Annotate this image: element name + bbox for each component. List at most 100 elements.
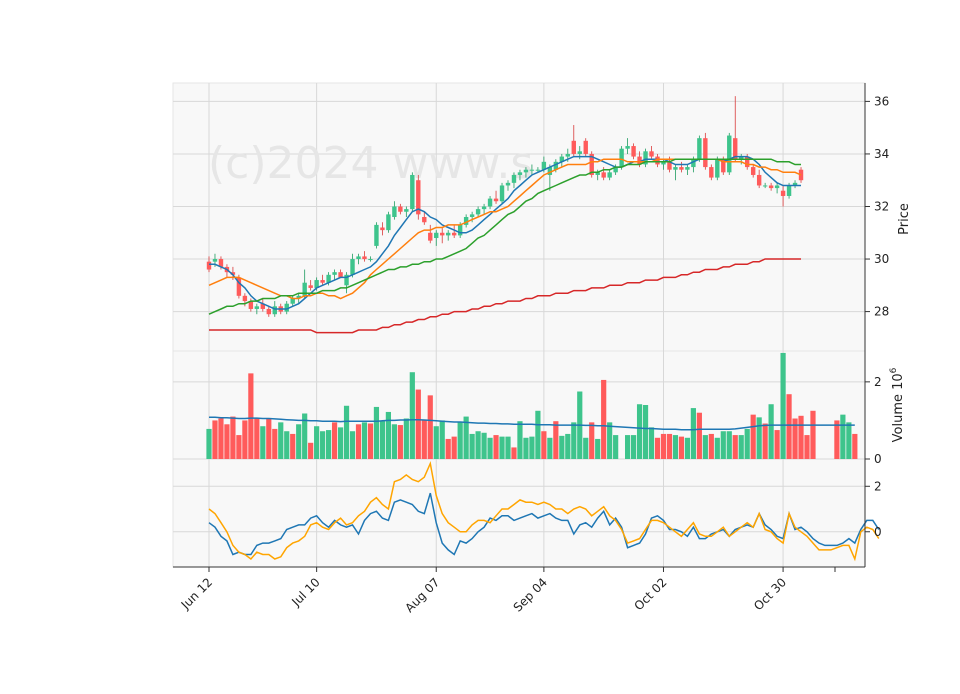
volume-bar: [355, 424, 362, 459]
candle-body: [350, 259, 355, 275]
candle-body: [380, 227, 385, 231]
volume-bar: [349, 431, 356, 459]
candle-body: [631, 146, 636, 157]
candle-body: [571, 140, 576, 154]
volume-bar: [625, 435, 631, 459]
volume-bar: [493, 435, 499, 459]
candle-body: [338, 272, 343, 278]
candle-body: [446, 232, 451, 236]
volume-bar: [373, 406, 380, 459]
candle-body: [786, 185, 792, 196]
volume-bar: [427, 395, 433, 459]
volume-bar: [451, 436, 457, 459]
volume-bar: [439, 420, 445, 459]
volume-bar: [565, 433, 571, 459]
candle-body: [206, 261, 212, 270]
candle-body: [451, 232, 457, 236]
volume-bar: [654, 437, 661, 459]
volume-bar: [756, 417, 762, 459]
candle-body: [481, 206, 487, 210]
x-tick-label: Oct 02: [632, 575, 670, 613]
volume-bar: [541, 431, 547, 459]
candle-body: [607, 172, 612, 178]
volume-bar: [613, 435, 619, 459]
candle-body: [356, 256, 361, 260]
volume-bar: [511, 447, 517, 459]
volume-bar: [630, 435, 637, 459]
candle-body: [583, 140, 588, 154]
candle-body: [254, 306, 260, 309]
price-y-tick-label: 28: [874, 305, 889, 319]
candle-body: [649, 151, 654, 157]
volume-bar: [714, 437, 720, 459]
candle: [499, 182, 505, 204]
volume-bar: [672, 435, 679, 459]
volume-bar: [750, 414, 756, 459]
candle-body: [493, 198, 499, 202]
volume-bar: [230, 416, 236, 459]
x-tick-label: Aug 07: [402, 575, 442, 615]
volume-bar: [768, 404, 774, 459]
x-tick-label: Oct 30: [751, 575, 789, 613]
volume-bar: [726, 431, 732, 459]
volume-bar: [314, 426, 320, 459]
candle-body: [392, 206, 397, 217]
volume-bar: [475, 431, 481, 459]
volume-bar: [690, 408, 696, 459]
volume-axis-label: Volume 106: [889, 367, 906, 442]
volume-bar: [481, 432, 487, 459]
volume-bar: [708, 433, 714, 459]
volume-bar: [331, 422, 338, 459]
volume-bar: [367, 423, 374, 459]
candle-body: [703, 138, 708, 168]
candle-body: [750, 167, 756, 175]
volume-bar: [242, 420, 248, 459]
volume-bar: [326, 430, 332, 459]
price-axis-label: Price: [897, 203, 912, 235]
candle: [703, 132, 708, 170]
volume-y-tick-label: 2: [874, 375, 882, 389]
volume-bar: [648, 427, 655, 459]
volume-bar: [361, 422, 368, 459]
volume-bar: [678, 436, 685, 459]
x-tick-label: Sep 04: [511, 575, 550, 614]
volume-bar: [744, 428, 750, 459]
candle-body: [404, 209, 409, 212]
volume-axis-label-text: Volume 10: [891, 373, 906, 442]
candle-body: [212, 259, 218, 262]
volume-bar: [445, 438, 451, 459]
candle-body: [505, 182, 511, 186]
candle-body: [374, 224, 379, 246]
volume-bar: [666, 433, 673, 459]
candle-body: [457, 224, 463, 236]
candle: [697, 135, 702, 162]
volume-bar: [254, 418, 260, 459]
volume-bar: [684, 437, 690, 459]
volume-bar: [415, 389, 421, 459]
volume-bar: [403, 418, 409, 459]
volume-bar: [236, 435, 242, 459]
candle-body: [320, 280, 325, 283]
volume-bar: [583, 437, 589, 459]
volume-bar: [296, 424, 302, 459]
chart-canvas: (c)2024 www.s Jun 12 Jul 10 Aug 07 Sep 04 Oc…: [172, 82, 912, 615]
volume-bar: [786, 394, 792, 459]
candle: [727, 132, 732, 175]
volume-bar: [421, 419, 427, 459]
candle-body: [619, 148, 624, 168]
volume-bar: [224, 424, 230, 459]
candle-body: [332, 272, 337, 275]
volume-bar: [505, 436, 511, 459]
candle-body: [440, 232, 445, 236]
candle-body: [523, 169, 529, 173]
price-y-tick-label: 34: [874, 147, 889, 161]
volume-bar: [702, 435, 708, 459]
candle-body: [565, 153, 570, 157]
volume-bar: [284, 431, 290, 459]
candle-body: [410, 174, 415, 210]
volume-bar: [212, 420, 218, 459]
volume-bar: [720, 431, 726, 459]
watermark: (c)2024 www.s: [208, 138, 533, 189]
volume-bar: [846, 422, 852, 459]
volume-bar: [379, 420, 386, 459]
